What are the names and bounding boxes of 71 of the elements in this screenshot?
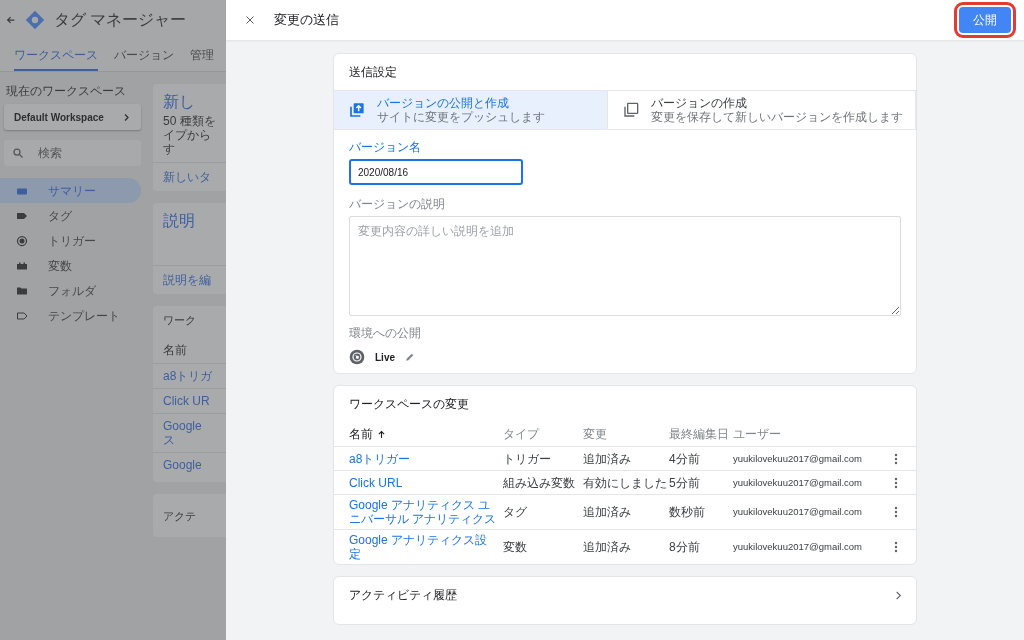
dialog-title: 変更の送信 — [274, 11, 340, 30]
card-title: アクテ — [163, 508, 197, 524]
table-cell-text: 8分前 — [669, 540, 701, 554]
table-cell-text: yuukilovekuu2017@gmail.com — [733, 475, 863, 490]
table-cell-text: 追加済み — [583, 451, 632, 466]
globe-icon — [349, 349, 365, 365]
table-cell-text: 追加済み — [583, 505, 632, 519]
table-cell-text: yuukilovekuu2017@gmail.com — [733, 451, 863, 466]
table-cell-text: 4分前 — [669, 451, 701, 466]
upload-icon — [349, 102, 365, 118]
field-label: バージョンの説明 — [349, 196, 446, 213]
back-arrow-icon — [6, 15, 16, 25]
item-link[interactable]: Click URL — [349, 475, 503, 490]
tab[interactable]: 管理 — [190, 40, 214, 71]
card-title: 送信設定 — [348, 64, 398, 81]
sidebar-item[interactable]: 変数 — [0, 253, 141, 278]
table-cell-text: タグ — [503, 505, 528, 519]
search-icon — [12, 147, 24, 159]
copy-icon — [622, 102, 639, 118]
pencil-icon — [405, 352, 415, 362]
table-cell-text: yuukilovekuu2017@gmail.com — [733, 540, 863, 554]
card-title: 説明 — [163, 211, 196, 231]
tab[interactable]: バージョン — [114, 40, 174, 71]
column-header[interactable]: ユーザー — [733, 425, 886, 443]
table-cell-text: 変数 — [503, 540, 528, 554]
sidebar-item[interactable]: フォルダ — [0, 278, 141, 303]
column-header[interactable]: タイプ — [503, 425, 583, 443]
item-link[interactable]: a8トリガー — [349, 451, 503, 466]
version-name-field[interactable]: 2020/08/16 — [349, 159, 523, 185]
app-title: タグ マネージャー — [54, 10, 187, 30]
column-header[interactable]: 変更 — [583, 425, 669, 443]
workspace-selector[interactable]: Default Workspace — [4, 104, 141, 130]
card-text: 50 種類を イプから す — [163, 114, 217, 156]
sidebar-item[interactable]: トリガー — [0, 228, 141, 253]
item-link[interactable]: Google アナリティクス設定 — [349, 533, 503, 561]
activity-card[interactable]: アクティビティ履歴 — [333, 576, 917, 625]
table-cell-text: 追加済み — [583, 540, 632, 554]
table-cell-text: 有効にしました — [583, 475, 668, 490]
option-tab[interactable]: バージョンの公開と作成 サイトに変更をプッシュします — [334, 91, 608, 129]
chevron-right-icon — [893, 589, 904, 601]
card-title: 新し — [163, 92, 196, 112]
option-title: バージョンの公開と作成 — [377, 96, 510, 110]
field-label: バージョン名 — [349, 139, 422, 156]
environment-name: Live — [375, 350, 395, 365]
item-link[interactable]: Google アナリティクス ユニバーサル アナリティクス — [349, 498, 503, 526]
target-icon — [16, 234, 28, 247]
table-cell-text: トリガー — [503, 451, 552, 466]
diamond-logo-icon — [24, 9, 46, 31]
option-subtitle: 変更を保存して新しいバージョンを作成します — [650, 110, 903, 124]
tab[interactable]: ワークスペース — [14, 40, 98, 71]
label-icon — [16, 309, 28, 322]
option-subtitle: サイトに変更をプッシュします — [377, 110, 545, 124]
table-cell-text: 組み込み変数 — [503, 475, 576, 490]
workspace-label: 現在のワークスペース — [5, 83, 127, 100]
table-cell-text: 5分前 — [669, 475, 701, 490]
close-icon — [244, 14, 256, 26]
description-field[interactable]: 変更内容の詳しい説明を追加 — [349, 216, 901, 316]
field-label: 環境への公開 — [349, 325, 422, 342]
sidebar-item[interactable]: タグ — [0, 203, 141, 228]
sidebar-item[interactable]: テンプレート — [0, 303, 141, 328]
search-field[interactable]: 検索 — [4, 140, 141, 166]
card-title: ワーク — [163, 313, 197, 328]
column-header: 名前 — [163, 342, 188, 357]
sidebar-item[interactable]: サマリー — [0, 178, 141, 203]
column-header[interactable]: 名前 — [349, 425, 503, 443]
table-cell-text: 数秒前 — [669, 505, 706, 519]
chevron-right-icon — [122, 112, 131, 122]
table-cell-text: yuukilovekuu2017@gmail.com — [733, 505, 863, 519]
card-title: ワークスペースの変更 — [348, 396, 470, 413]
column-header[interactable]: 最終編集日 — [669, 425, 733, 443]
option-title: バージョンの作成 — [650, 96, 748, 110]
